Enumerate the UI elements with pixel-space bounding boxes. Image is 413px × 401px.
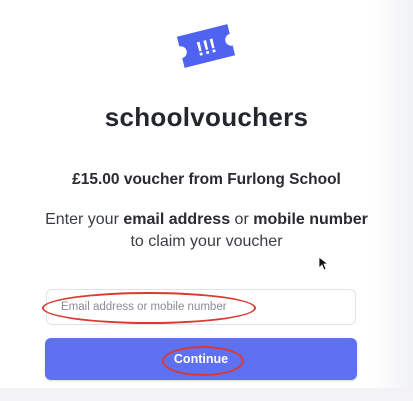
instruction-mobile-emphasis: mobile number	[253, 211, 368, 228]
email-or-mobile-field[interactable]	[46, 289, 356, 325]
bottom-edge	[0, 388, 413, 401]
mouse-cursor-icon	[318, 256, 330, 272]
instruction-text: to claim your voucher	[130, 233, 283, 250]
instruction-email-emphasis: email address	[123, 211, 231, 228]
claim-instructions: Enter your email address or mobile numbe…	[40, 209, 373, 253]
ticket-icon: !!!	[166, 16, 246, 76]
brand-name: schoolvouchers	[104, 102, 309, 132]
background-shade	[373, 0, 413, 401]
continue-button[interactable]: Continue	[45, 338, 357, 380]
email-or-mobile-input[interactable]	[47, 290, 355, 324]
voucher-title: £15.00 voucher from Furlong School	[72, 171, 341, 188]
instruction-text: Enter your	[45, 211, 124, 228]
instruction-text: or	[230, 211, 254, 228]
voucher-claim-page: !!! schoolvouchers £15.00 voucher from F…	[0, 0, 413, 401]
